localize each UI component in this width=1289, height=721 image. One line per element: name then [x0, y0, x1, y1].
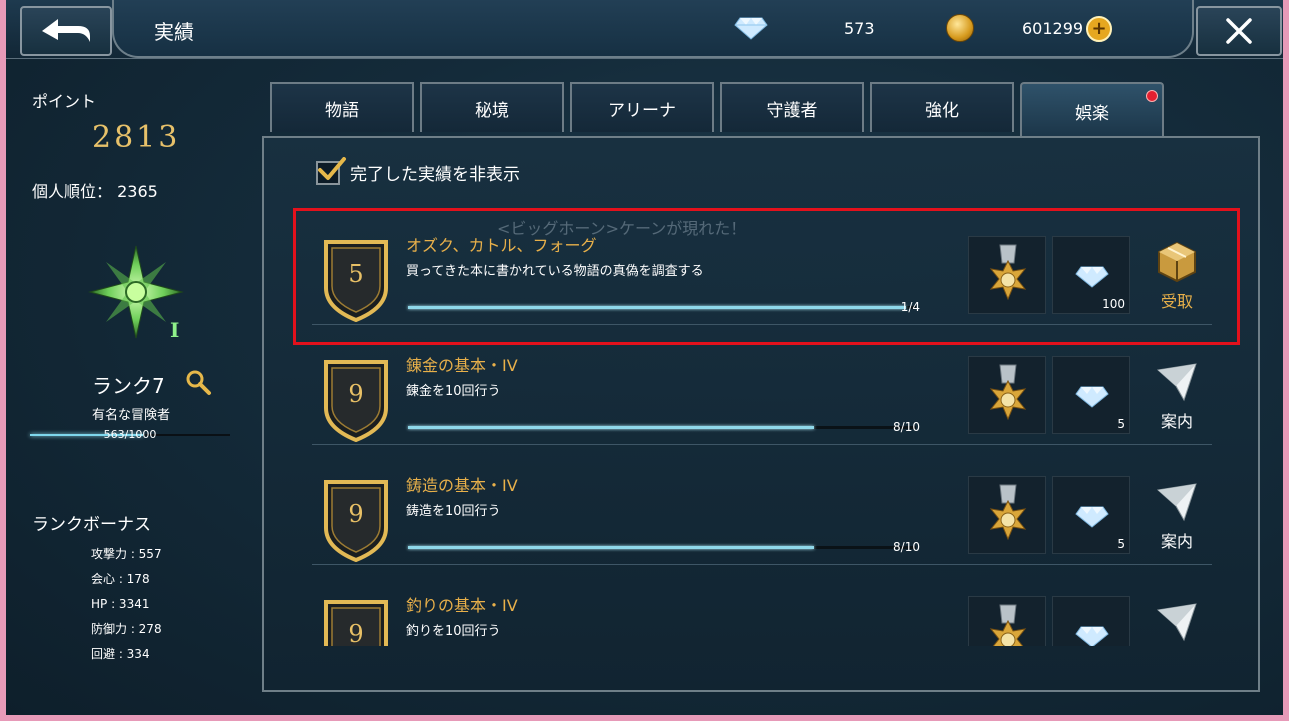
- highlight-box: [293, 208, 1240, 345]
- tab-enhance[interactable]: 強化: [870, 82, 1014, 132]
- medal-icon: [989, 484, 1027, 541]
- progress-bar-fill: [408, 426, 815, 429]
- rank-bonus-title: ランクボーナス: [32, 515, 151, 535]
- achievement-description: 釣りを10回行う: [406, 624, 501, 639]
- gold-count: 601299: [1022, 19, 1084, 38]
- xp-text: 563/1000: [103, 428, 157, 441]
- progress-bar-fill: [408, 546, 815, 549]
- points-value: 2813: [92, 120, 181, 155]
- gem-reward-count: 5: [1117, 417, 1125, 431]
- tab-story[interactable]: 物語: [270, 82, 414, 132]
- personal-rank-value: 2365: [117, 182, 158, 201]
- gem-count: 573: [844, 19, 875, 38]
- gem-reward-slot[interactable]: 5: [1052, 476, 1130, 554]
- medal-icon: [989, 364, 1027, 421]
- medal-reward-slot[interactable]: [968, 356, 1046, 434]
- points-label: ポイント: [32, 92, 97, 111]
- gold-coin-icon: [946, 14, 974, 42]
- gem-reward-slot[interactable]: 5: [1052, 356, 1130, 434]
- action-button[interactable]: 案内: [1142, 480, 1212, 556]
- bonus-critical: 会心 : 178: [91, 572, 150, 586]
- medal-reward-slot[interactable]: [968, 476, 1046, 554]
- achievement-title: 鋳造の基本・IV: [406, 476, 518, 495]
- paper-plane-icon: [1156, 483, 1197, 522]
- bonus-attack: 攻撃力 : 557: [91, 547, 162, 561]
- checkmark-icon: [318, 156, 346, 180]
- plus-icon: +: [1091, 18, 1107, 39]
- bonus-defense: 防御力 : 278: [91, 622, 162, 636]
- page-title: 実績: [154, 20, 194, 44]
- header-bar: 実績 573 601299 +: [6, 0, 1283, 59]
- tab-entertainment[interactable]: 娯楽: [1020, 82, 1164, 138]
- diamond-icon: [734, 17, 768, 40]
- hide-completed-toggle[interactable]: 完了した実績を非表示: [316, 156, 520, 185]
- rank-bonus-list: 攻撃力 : 557 会心 : 178 HP : 3341 防御力 : 278 回…: [91, 546, 162, 671]
- rank-title: 有名な冒険者: [91, 408, 170, 423]
- hide-completed-checkbox[interactable]: [316, 156, 346, 185]
- achievement-title: 錬金の基本・IV: [406, 356, 518, 375]
- bonus-hp: HP : 3341: [91, 597, 150, 611]
- diamond-icon: [1075, 626, 1109, 646]
- grade-number: 9: [348, 620, 364, 646]
- grade-number: 9: [348, 380, 364, 408]
- personal-rank-label: 個人順位：: [32, 182, 113, 201]
- back-arrow-icon: [42, 19, 90, 42]
- rank-roman-numeral: I: [170, 318, 180, 342]
- rank-level: ランク7: [92, 374, 165, 398]
- paper-plane-icon: [1156, 603, 1197, 642]
- close-button[interactable]: [1196, 6, 1282, 56]
- gem-reward-slot[interactable]: [1052, 596, 1130, 646]
- magnifier-icon[interactable]: [184, 368, 212, 396]
- tab-arena[interactable]: アリーナ: [570, 82, 714, 132]
- progress-text: 8/10: [893, 420, 920, 434]
- action-label: 案内: [1160, 532, 1193, 551]
- bonus-evasion: 回避 : 334: [91, 647, 150, 661]
- achievement-description: 錬金を10回行う: [406, 384, 501, 399]
- achievement-description: 鋳造を10回行う: [406, 504, 501, 519]
- tab-entertainment-label: 娯楽: [1075, 103, 1109, 124]
- hide-completed-label: 完了した実績を非表示: [350, 165, 520, 185]
- progress-bar: [408, 426, 916, 429]
- personal-rank: 個人順位： 2365: [32, 178, 158, 202]
- paper-plane-icon: [1156, 363, 1197, 402]
- achievement-row: 9 釣りの基本・IV 釣りを10回行う: [264, 560, 1258, 646]
- progress-text: 8/10: [893, 540, 920, 554]
- achievement-row: 9 鋳造の基本・IV 鋳造を10回行う 8/10 5 案内: [264, 440, 1258, 565]
- tab-guardian[interactable]: 守護者: [720, 82, 864, 132]
- close-icon: [1226, 18, 1252, 44]
- medal-reward-slot[interactable]: [968, 596, 1046, 646]
- tab-secret-realm[interactable]: 秘境: [420, 82, 564, 132]
- action-button[interactable]: 案内: [1142, 360, 1212, 436]
- gem-reward-count: 5: [1117, 537, 1125, 551]
- notification-dot: [1146, 90, 1158, 102]
- action-button[interactable]: [1142, 600, 1212, 646]
- progress-bar: [408, 546, 916, 549]
- action-label: 案内: [1160, 412, 1193, 431]
- grade-number: 9: [348, 500, 364, 528]
- add-gold-button[interactable]: +: [1086, 16, 1112, 42]
- back-button[interactable]: [20, 6, 112, 56]
- achievement-title: 釣りの基本・IV: [406, 596, 518, 615]
- medal-icon: [989, 604, 1027, 646]
